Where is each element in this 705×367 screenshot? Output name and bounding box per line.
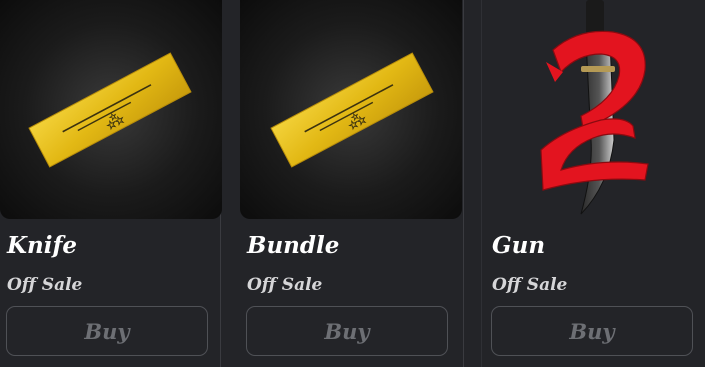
- item-status: Off Sale: [247, 275, 323, 295]
- buy-button[interactable]: Buy: [491, 306, 693, 356]
- item-thumbnail[interactable]: ★★ ★: [240, 0, 462, 219]
- item-card-knife[interactable]: ★★ ★ Knife Off Sale Buy: [0, 0, 226, 367]
- item-card-bundle[interactable]: ★★ ★ Bundle Off Sale Buy: [240, 0, 466, 367]
- buy-button[interactable]: Buy: [246, 306, 448, 356]
- item-name[interactable]: Knife: [7, 232, 77, 259]
- buy-button[interactable]: Buy: [6, 306, 208, 356]
- item-name[interactable]: Bundle: [247, 232, 339, 259]
- item-thumbnail[interactable]: [483, 0, 705, 219]
- catalog-grid: ★★ ★ Knife Off Sale Buy ★★ ★ Bundle Off …: [0, 0, 705, 367]
- item-status: Off Sale: [492, 275, 568, 295]
- gold-bar-icon: ★★ ★: [28, 52, 192, 168]
- gold-bar-icon: ★★ ★: [270, 52, 434, 168]
- item-thumbnail[interactable]: ★★ ★: [0, 0, 222, 219]
- item-status: Off Sale: [7, 275, 83, 295]
- red-blade-icon: [540, 0, 649, 215]
- item-card-gun[interactable]: Gun Off Sale Buy: [483, 0, 705, 367]
- column-divider: [481, 0, 482, 367]
- item-name[interactable]: Gun: [492, 232, 545, 259]
